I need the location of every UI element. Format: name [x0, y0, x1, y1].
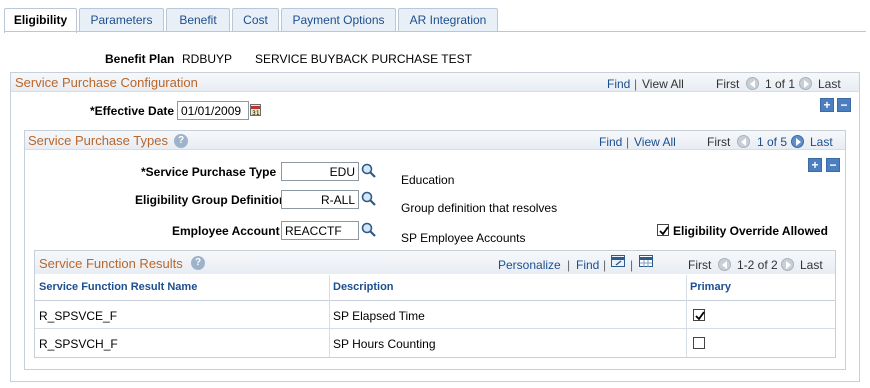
results-range: 1-2 of 2 [737, 258, 778, 272]
config-view-all: View All [642, 77, 684, 91]
types-view-all-link[interactable]: View All [634, 135, 676, 149]
tab-divider [4, 31, 866, 32]
types-next-icon[interactable] [791, 135, 804, 148]
eligibility-group-description: Group definition that resolves [401, 201, 558, 215]
types-first: First [707, 135, 731, 149]
group-lookup-search-icon[interactable] [361, 191, 377, 207]
download-grid-icon[interactable] [639, 255, 653, 267]
result-description-cell: SP Elapsed Time [333, 309, 425, 323]
types-last-link[interactable]: Last [810, 135, 833, 149]
tab-payment-options[interactable]: Payment Options [281, 8, 396, 32]
eligibility-override-label: Eligibility Override Allowed [673, 224, 828, 238]
types-separator: | [626, 135, 630, 149]
calendar-icon[interactable]: 31 [250, 104, 261, 117]
types-delete-row-button[interactable]: − [826, 158, 840, 172]
config-find-link[interactable]: Find [607, 77, 630, 91]
column-header-description: Description [333, 281, 394, 293]
types-add-row-button[interactable]: + [808, 158, 822, 172]
config-range: 1 of 1 [765, 77, 796, 91]
benefit-plan-label: Benefit Plan [105, 52, 175, 66]
benefit-plan-description: SERVICE BUYBACK PURCHASE TEST [255, 52, 472, 66]
results-separator-2: | [603, 258, 607, 272]
service-purchase-type-input[interactable] [281, 162, 359, 181]
results-last: Last [800, 258, 823, 272]
tab-bar: Eligibility Parameters Benefit Cost Paym… [4, 8, 866, 33]
employee-account-description: SP Employee Accounts [401, 231, 526, 245]
types-title: Service Purchase Types [28, 133, 168, 148]
results-separator-1: | [567, 258, 571, 272]
service-purchase-type-label: *Service Purchase Type [141, 165, 277, 179]
tab-parameters[interactable]: Parameters [79, 8, 164, 32]
tab-cost[interactable]: Cost [232, 8, 279, 32]
primary-checkbox[interactable] [693, 337, 705, 349]
primary-checkbox[interactable] [693, 309, 705, 321]
types-prev-icon [737, 135, 750, 148]
view-in-new-window-icon[interactable] [611, 255, 625, 267]
config-next-icon [799, 77, 812, 90]
result-name-cell: R_SPSVCE_F [39, 309, 118, 323]
results-prev-icon [718, 258, 731, 271]
results-next-icon [781, 258, 794, 271]
result-name-cell: R_SPSVCH_F [39, 337, 118, 351]
tab-ar-integration[interactable]: AR Integration [398, 8, 498, 32]
types-range: 1 of 5 [757, 135, 788, 149]
config-title: Service Purchase Configuration [15, 75, 198, 90]
results-help-icon[interactable]: ? [191, 256, 205, 270]
type-lookup-search-icon[interactable] [361, 163, 377, 179]
eligibility-override-checkbox[interactable] [657, 224, 669, 236]
benefit-plan-code: RDBUYP [182, 52, 233, 66]
eligibility-group-input[interactable] [281, 190, 359, 209]
account-lookup-search-icon[interactable] [361, 222, 377, 238]
column-header-primary: Primary [690, 281, 731, 293]
employee-account-label: Employee Account [172, 224, 280, 238]
results-first: First [688, 258, 712, 272]
results-separator-3: | [630, 258, 634, 272]
results-title: Service Function Results [39, 256, 183, 271]
config-first: First [716, 77, 740, 91]
column-header-result-name: Service Function Result Name [39, 281, 198, 293]
config-prev-icon [746, 77, 759, 90]
config-delete-row-button[interactable]: − [837, 98, 851, 112]
config-add-row-button[interactable]: + [820, 98, 834, 112]
eligibility-group-label: Eligibility Group Definition [135, 193, 287, 207]
effective-date-label: *Effective Date [90, 104, 175, 118]
results-find-link[interactable]: Find [576, 258, 599, 272]
types-help-icon[interactable]: ? [174, 134, 188, 148]
employee-account-input[interactable] [281, 221, 359, 240]
table-row [35, 302, 835, 329]
results-personalize-link[interactable]: Personalize [498, 258, 561, 272]
tab-eligibility[interactable]: Eligibility [4, 8, 77, 33]
config-last: Last [818, 77, 841, 91]
result-description-cell: SP Hours Counting [333, 337, 436, 351]
config-separator: | [634, 77, 638, 91]
types-find-link[interactable]: Find [599, 135, 622, 149]
service-purchase-type-description: Education [401, 173, 455, 187]
svg-text:31: 31 [252, 110, 260, 116]
tab-benefit[interactable]: Benefit [166, 8, 230, 32]
effective-date-input[interactable] [177, 101, 249, 120]
